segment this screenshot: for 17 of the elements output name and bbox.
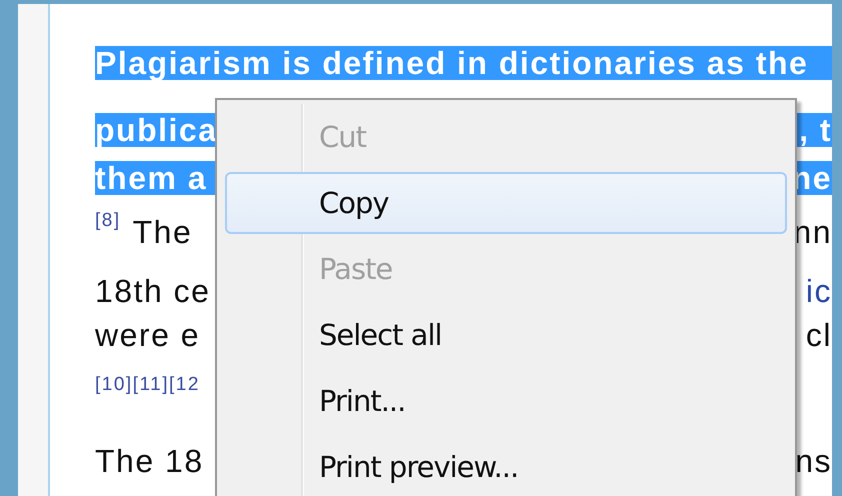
reference-link[interactable]: [8] bbox=[95, 210, 121, 232]
menu-item[interactable]: Select all bbox=[225, 304, 787, 366]
paragraph-text: The 18 bbox=[95, 442, 204, 480]
menu-item[interactable]: Print preview... bbox=[225, 436, 787, 496]
paragraph-text: were e bbox=[95, 316, 200, 354]
reference-links[interactable]: [10][11][12 bbox=[95, 374, 200, 396]
paragraph-text: The bbox=[132, 214, 192, 250]
paragraph-text: , t bbox=[799, 112, 832, 148]
paragraph-text: publica bbox=[95, 112, 218, 148]
link-text[interactable]: ic bbox=[806, 272, 832, 310]
menu-item[interactable]: Copy bbox=[225, 172, 787, 234]
paragraph-text: 18th ce bbox=[95, 272, 210, 310]
paragraph-text: Plagiarism is defined in dictionaries as the bbox=[95, 44, 808, 82]
menu-item[interactable]: Print... bbox=[225, 370, 787, 432]
paragraph-text: cl bbox=[806, 316, 832, 354]
paragraph-text: them a bbox=[95, 160, 208, 196]
paragraph-text: ns bbox=[795, 442, 832, 480]
